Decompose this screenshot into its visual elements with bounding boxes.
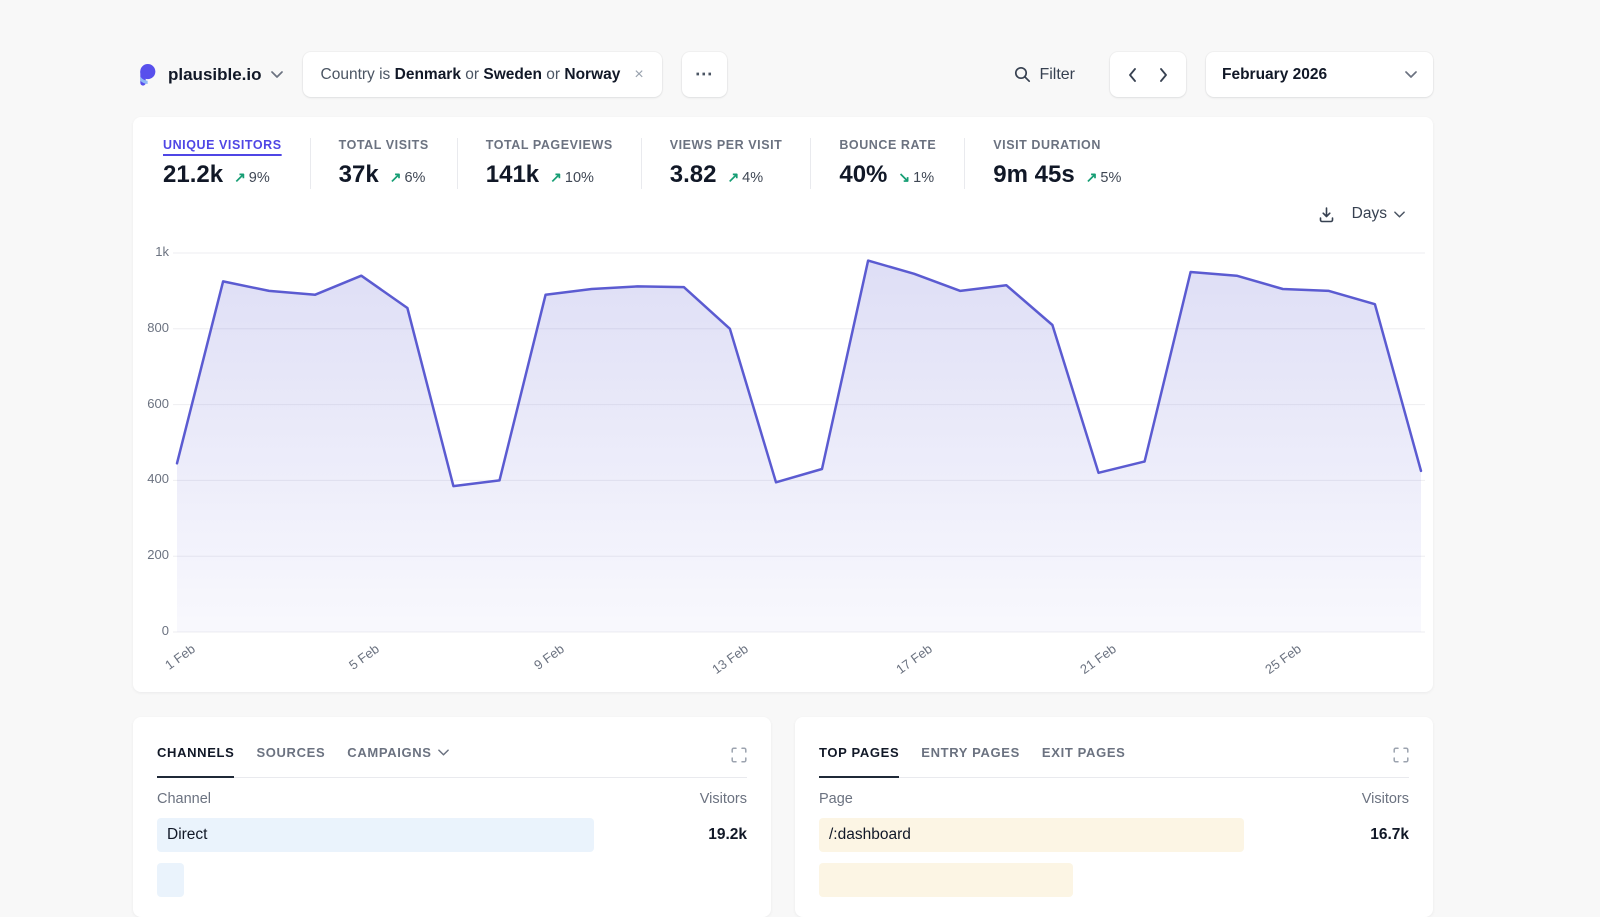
chevron-left-icon — [1128, 68, 1136, 82]
row-bar — [157, 818, 594, 852]
trend-up-icon: ↗ — [234, 169, 246, 186]
date-nav — [1110, 52, 1186, 97]
stats-row: UNIQUE VISITORS 21.2k ↗9% TOTAL VISITS 3… — [133, 117, 1433, 189]
table-row[interactable]: Direct 19.2k — [157, 818, 747, 852]
tab-sources[interactable]: SOURCES — [256, 745, 325, 778]
stat-bounce-rate[interactable]: BOUNCE RATE 40% ↘1% — [810, 138, 964, 189]
search-icon — [1014, 66, 1031, 83]
site-switcher[interactable]: plausible.io — [133, 62, 283, 88]
stat-change: ↗6% — [390, 169, 426, 186]
trend-up-icon: ↗ — [390, 169, 402, 186]
row-bar — [819, 863, 1073, 897]
export-button[interactable] — [1318, 206, 1335, 223]
site-name: plausible.io — [168, 65, 262, 85]
chart-x-tick: 13 Feb — [685, 641, 750, 694]
fullscreen-icon — [1393, 747, 1409, 763]
remove-filter-icon[interactable]: × — [634, 67, 643, 83]
stat-change: ↗10% — [550, 169, 594, 186]
stat-total-visits[interactable]: TOTAL VISITS 37k ↗6% — [310, 138, 457, 189]
chevron-down-icon — [438, 749, 449, 756]
metric-column-label: Visitors — [700, 791, 747, 807]
row-label[interactable]: /:dashboard — [819, 826, 911, 843]
trend-up-icon: ↗ — [727, 169, 739, 186]
filter-button[interactable]: Filter — [1014, 66, 1075, 84]
expand-panel-button[interactable] — [731, 745, 747, 763]
table-row-partial[interactable] — [819, 863, 1409, 897]
plausible-logo-icon — [133, 62, 159, 88]
tab-channels[interactable]: CHANNELS — [157, 745, 234, 778]
chart-x-tick: 25 Feb — [1238, 641, 1303, 694]
channels-panel: CHANNELS SOURCES CAMPAIGNS Channel Visit… — [133, 717, 771, 917]
stat-unique-visitors[interactable]: UNIQUE VISITORS 21.2k ↗9% — [163, 138, 310, 189]
date-range-picker[interactable]: February 2026 — [1206, 52, 1433, 97]
row-bar — [157, 863, 184, 897]
trend-down-icon: ↘ — [898, 169, 910, 186]
more-filters-button[interactable]: ⋯ — [682, 52, 727, 97]
tab-exit-pages[interactable]: EXIT PAGES — [1042, 745, 1126, 778]
analytics-card: UNIQUE VISITORS 21.2k ↗9% TOTAL VISITS 3… — [133, 117, 1433, 692]
filter-chip-text: Country is Denmark or Sweden or Norway — [321, 66, 621, 84]
visitors-area-chart[interactable] — [173, 248, 1425, 637]
chevron-right-icon — [1160, 68, 1168, 82]
chevron-down-icon — [1394, 211, 1405, 218]
expand-panel-button[interactable] — [1393, 745, 1409, 763]
dimension-column-label: Channel — [157, 791, 211, 807]
stat-visit-duration[interactable]: VISIT DURATION 9m 45s ↗5% — [964, 138, 1149, 189]
stat-total-pageviews[interactable]: TOTAL PAGEVIEWS 141k ↗10% — [457, 138, 641, 189]
stat-change: ↗9% — [234, 169, 270, 186]
table-row[interactable]: /:dashboard 16.7k — [819, 818, 1409, 852]
chart-x-tick: 1 Feb — [132, 641, 197, 694]
dimension-column-label: Page — [819, 791, 853, 807]
table-header: Channel Visitors — [157, 791, 747, 807]
tab-campaigns[interactable]: CAMPAIGNS — [347, 745, 448, 778]
row-value: 19.2k — [708, 818, 747, 852]
chart-x-tick: 17 Feb — [870, 641, 935, 694]
table-header: Page Visitors — [819, 791, 1409, 807]
pages-tabs: TOP PAGES ENTRY PAGES EXIT PAGES — [819, 717, 1409, 778]
filter-chip-country[interactable]: Country is Denmark or Sweden or Norway × — [303, 52, 662, 97]
download-icon — [1318, 206, 1335, 223]
interval-label: Days — [1352, 205, 1387, 223]
stat-change: ↗5% — [1086, 169, 1122, 186]
filter-label: Filter — [1039, 66, 1075, 84]
row-label[interactable]: Direct — [157, 826, 207, 843]
trend-up-icon: ↗ — [1086, 169, 1098, 186]
trend-up-icon: ↗ — [550, 169, 562, 186]
interval-dropdown[interactable]: Days — [1352, 205, 1405, 223]
prev-period-button[interactable] — [1121, 60, 1143, 90]
channels-tabs: CHANNELS SOURCES CAMPAIGNS — [157, 717, 747, 778]
chart-controls: Days — [1318, 205, 1405, 223]
metric-column-label: Visitors — [1362, 791, 1409, 807]
chart-x-tick: 5 Feb — [317, 641, 382, 694]
stat-change: ↘1% — [898, 169, 934, 186]
next-period-button[interactable] — [1153, 60, 1175, 90]
date-range-label: February 2026 — [1222, 66, 1327, 84]
stat-views-per-visit[interactable]: VIEWS PER VISIT 3.82 ↗4% — [641, 138, 811, 189]
tab-top-pages[interactable]: TOP PAGES — [819, 745, 899, 778]
chart-y-tick: 400 — [133, 471, 169, 486]
chart-x-tick: 21 Feb — [1054, 641, 1119, 694]
tab-entry-pages[interactable]: ENTRY PAGES — [921, 745, 1020, 778]
row-value: 16.7k — [1370, 818, 1409, 852]
chart-y-tick: 800 — [133, 320, 169, 335]
pages-panel: TOP PAGES ENTRY PAGES EXIT PAGES Page Vi… — [795, 717, 1433, 917]
chart-y-tick: 600 — [133, 396, 169, 411]
top-bar: plausible.io Country is Denmark or Swede… — [133, 52, 1433, 97]
chevron-down-icon — [1405, 71, 1417, 78]
chart-x-tick: 9 Feb — [501, 641, 566, 694]
chart-y-tick: 200 — [133, 547, 169, 562]
fullscreen-icon — [731, 747, 747, 763]
chevron-down-icon — [271, 71, 283, 78]
table-row-partial[interactable] — [157, 863, 747, 897]
chart-y-tick: 1k — [133, 244, 169, 259]
stat-change: ↗4% — [727, 169, 763, 186]
chart-y-tick: 0 — [133, 623, 169, 638]
